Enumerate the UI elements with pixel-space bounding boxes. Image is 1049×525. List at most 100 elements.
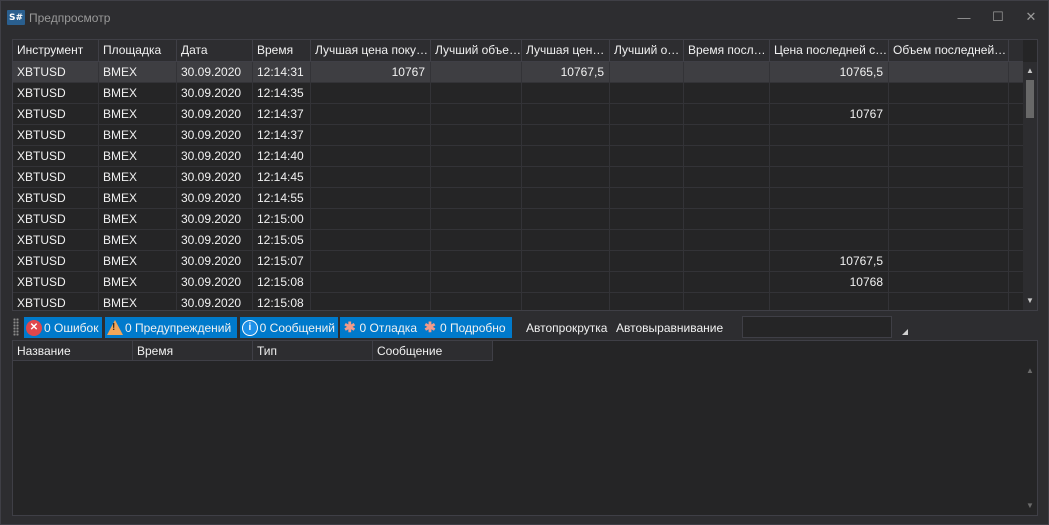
- table-cell[interactable]: [684, 272, 770, 292]
- table-cell[interactable]: [311, 167, 431, 187]
- table-cell[interactable]: 30.09.2020: [177, 104, 253, 124]
- column-header[interactable]: Лучшая цен…: [522, 40, 610, 62]
- table-cell[interactable]: [770, 167, 889, 187]
- table-cell[interactable]: 10767: [770, 104, 889, 124]
- table-cell[interactable]: 30.09.2020: [177, 230, 253, 250]
- table-cell[interactable]: XBTUSD: [13, 125, 99, 145]
- table-cell[interactable]: [610, 83, 684, 103]
- table-cell[interactable]: [431, 62, 522, 82]
- table-cell[interactable]: [889, 251, 1009, 271]
- table-cell[interactable]: [522, 293, 610, 310]
- table-cell[interactable]: XBTUSD: [13, 146, 99, 166]
- table-cell[interactable]: 12:15:05: [253, 230, 311, 250]
- table-cell[interactable]: [889, 293, 1009, 310]
- log-column-header[interactable]: Время: [133, 341, 253, 361]
- table-cell[interactable]: XBTUSD: [13, 167, 99, 187]
- table-cell[interactable]: XBTUSD: [13, 251, 99, 271]
- table-cell[interactable]: [770, 125, 889, 145]
- table-cell[interactable]: 30.09.2020: [177, 272, 253, 292]
- table-cell[interactable]: [311, 188, 431, 208]
- log-grid[interactable]: Название Время Тип Сообщение ▲ ▼: [12, 340, 1038, 516]
- table-cell[interactable]: [431, 293, 522, 310]
- table-cell[interactable]: [610, 251, 684, 271]
- table-cell[interactable]: [684, 146, 770, 166]
- table-cell[interactable]: [431, 104, 522, 124]
- column-header[interactable]: Цена последней с…: [770, 40, 889, 62]
- table-cell[interactable]: XBTUSD: [13, 293, 99, 310]
- column-header[interactable]: Дата: [177, 40, 253, 62]
- table-row[interactable]: XBTUSD BMEX 30.09.2020 12:15:08: [13, 293, 1023, 310]
- column-header[interactable]: Лучшая цена поку…: [311, 40, 431, 62]
- table-cell[interactable]: 12:14:45: [253, 167, 311, 187]
- warnings-filter-button[interactable]: ! 0 Предупреждений: [105, 317, 237, 338]
- table-cell[interactable]: 30.09.2020: [177, 83, 253, 103]
- table-cell[interactable]: [684, 62, 770, 82]
- table-cell[interactable]: [889, 230, 1009, 250]
- table-row[interactable]: XBTUSD BMEX 30.09.2020 12:15:05: [13, 230, 1023, 251]
- column-header[interactable]: Инструмент: [13, 40, 99, 62]
- table-cell[interactable]: [522, 209, 610, 229]
- table-cell[interactable]: [684, 230, 770, 250]
- table-cell[interactable]: BMEX: [99, 146, 177, 166]
- table-cell[interactable]: [610, 62, 684, 82]
- maximize-button[interactable]: ☐: [983, 7, 1013, 27]
- table-cell[interactable]: 30.09.2020: [177, 209, 253, 229]
- table-cell[interactable]: 30.09.2020: [177, 251, 253, 271]
- table-cell[interactable]: [610, 272, 684, 292]
- table-cell[interactable]: [684, 125, 770, 145]
- market-data-grid[interactable]: Инструмент Площадка Дата Время Лучшая цена п…: [12, 39, 1038, 311]
- column-header[interactable]: Объем последней…: [889, 40, 1009, 62]
- table-cell[interactable]: [522, 125, 610, 145]
- table-cell[interactable]: [522, 251, 610, 271]
- table-cell[interactable]: [311, 146, 431, 166]
- table-row[interactable]: XBTUSD BMEX 30.09.2020 12:14:40: [13, 146, 1023, 167]
- table-cell[interactable]: [889, 272, 1009, 292]
- table-cell[interactable]: 10767: [311, 62, 431, 82]
- table-cell[interactable]: [889, 167, 1009, 187]
- table-cell[interactable]: [431, 167, 522, 187]
- table-cell[interactable]: 12:14:37: [253, 104, 311, 124]
- table-cell[interactable]: 30.09.2020: [177, 146, 253, 166]
- table-cell[interactable]: XBTUSD: [13, 62, 99, 82]
- column-header[interactable]: Время посл…: [684, 40, 770, 62]
- scroll-up-arrow-icon[interactable]: ▲: [1023, 363, 1037, 377]
- table-cell[interactable]: [431, 209, 522, 229]
- autoscroll-toggle[interactable]: Автопрокрутка: [526, 321, 607, 335]
- table-cell[interactable]: BMEX: [99, 62, 177, 82]
- table-cell[interactable]: 30.09.2020: [177, 293, 253, 310]
- table-cell[interactable]: 10765,5: [770, 62, 889, 82]
- table-cell[interactable]: [684, 293, 770, 310]
- table-cell[interactable]: [431, 230, 522, 250]
- table-cell[interactable]: [889, 209, 1009, 229]
- table-cell[interactable]: [311, 293, 431, 310]
- log-column-header[interactable]: Название: [13, 341, 133, 361]
- table-cell[interactable]: [684, 209, 770, 229]
- table-cell[interactable]: BMEX: [99, 230, 177, 250]
- table-cell[interactable]: XBTUSD: [13, 209, 99, 229]
- table-cell[interactable]: [431, 125, 522, 145]
- table-cell[interactable]: [522, 83, 610, 103]
- grid-body[interactable]: XBTUSD BMEX 30.09.2020 12:14:31 10767 10767,5…: [13, 62, 1023, 310]
- table-cell[interactable]: BMEX: [99, 293, 177, 310]
- verbose-filter-button[interactable]: ✱ 0 Подробно: [420, 317, 512, 338]
- table-cell[interactable]: [889, 146, 1009, 166]
- table-cell[interactable]: [311, 104, 431, 124]
- table-cell[interactable]: [684, 251, 770, 271]
- table-cell[interactable]: [770, 230, 889, 250]
- column-header[interactable]: Лучший о…: [610, 40, 684, 62]
- table-cell[interactable]: [522, 146, 610, 166]
- table-cell[interactable]: BMEX: [99, 104, 177, 124]
- table-cell[interactable]: [311, 125, 431, 145]
- table-cell[interactable]: 12:14:35: [253, 83, 311, 103]
- table-cell[interactable]: [431, 146, 522, 166]
- table-cell[interactable]: 10768: [770, 272, 889, 292]
- column-header[interactable]: Время: [253, 40, 311, 62]
- table-cell[interactable]: [311, 272, 431, 292]
- table-cell[interactable]: [684, 83, 770, 103]
- minimize-button[interactable]: —: [949, 7, 979, 27]
- table-cell[interactable]: [610, 293, 684, 310]
- errors-filter-button[interactable]: ✕ 0 Ошибок: [24, 317, 102, 338]
- table-cell[interactable]: [684, 188, 770, 208]
- table-cell[interactable]: 30.09.2020: [177, 167, 253, 187]
- scroll-down-arrow-icon[interactable]: ▼: [1023, 498, 1037, 512]
